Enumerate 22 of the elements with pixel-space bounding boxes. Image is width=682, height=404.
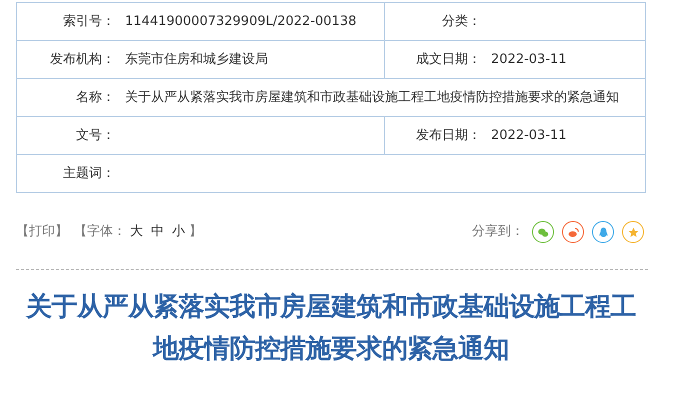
font-size-link[interactable]: 中 — [151, 222, 164, 242]
field-value: 关于从严从紧落实我市房屋建筑和市政基础设施工程工地疫情防控措施要求的紧急通知 — [124, 89, 620, 107]
field-label: 名称： — [75, 89, 115, 107]
share-label: 分享到： — [472, 223, 524, 242]
article-title: 关于从严从紧落实我市房屋建筑和市政基础设施工程工地疫情防控措施要求的紧急通知 — [24, 291, 637, 366]
print-link[interactable]: 【打印】 — [16, 222, 68, 242]
field-value: 11441900007329909L/2022-00138 — [124, 13, 358, 31]
field-label: 文号： — [75, 127, 115, 145]
field-label: 分类： — [441, 13, 481, 31]
font-size-link[interactable]: 大 — [130, 222, 143, 242]
penguin-icon[interactable] — [592, 221, 614, 243]
field-label: 成文日期： — [415, 51, 481, 69]
field-label: 发布日期： — [415, 127, 481, 145]
field-label: 主题词： — [62, 165, 115, 183]
field-label: 索引号： — [62, 13, 115, 31]
font-size-label: 【字体： — [74, 223, 126, 242]
field-label: 发布机构： — [49, 51, 115, 69]
field-value: 2022-03-11 — [490, 51, 568, 69]
font-size-link[interactable]: 小 — [172, 222, 185, 242]
field-value: 2022-03-11 — [490, 127, 568, 145]
bracket-text: 】 — [189, 223, 202, 242]
field-value: 东莞市住房和城乡建设局 — [124, 51, 269, 69]
